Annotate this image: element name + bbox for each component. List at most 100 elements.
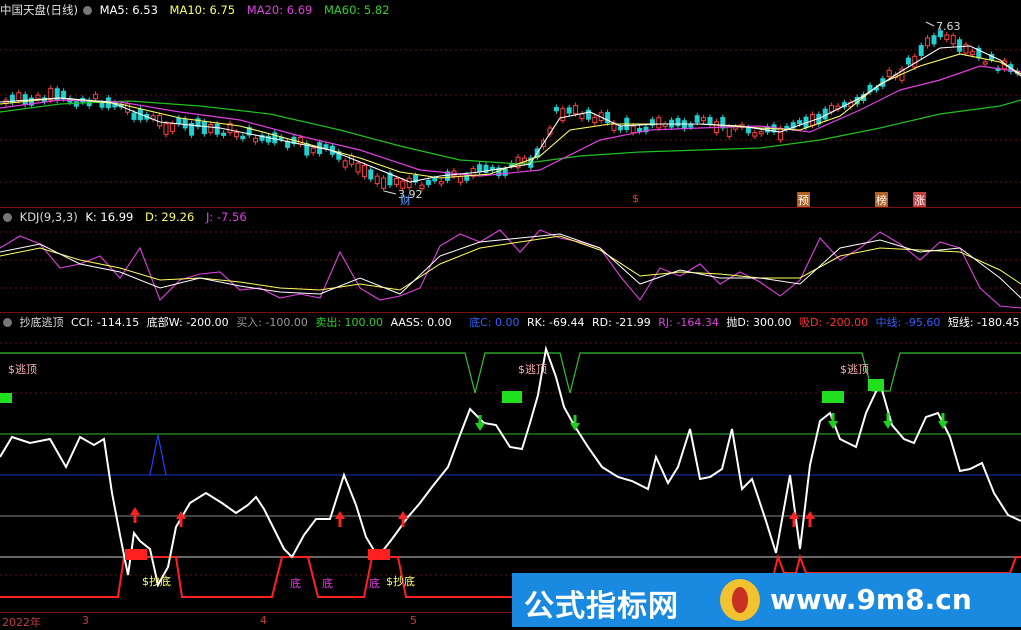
tag-yu[interactable]: 预 (797, 192, 810, 208)
candle-body (342, 160, 348, 168)
candle-body (323, 144, 329, 150)
tag-bang[interactable]: 榜 (875, 192, 888, 208)
candle-body (163, 123, 169, 135)
candle-body (886, 69, 892, 78)
signal-block (822, 391, 844, 403)
candle-body (368, 169, 374, 180)
tag-zhang[interactable]: 涨 (913, 192, 926, 208)
watermark-url: www.9m8.cn (770, 583, 972, 616)
candle-body (637, 127, 643, 132)
candle-body (688, 123, 694, 128)
candle-body (701, 117, 707, 122)
signal-block (868, 379, 884, 391)
buy-bottom-label: $抄底 (386, 575, 415, 588)
high-price-label: 7.63 (936, 20, 961, 33)
candle-body (758, 131, 764, 135)
candle-body (208, 124, 214, 133)
candle-body (592, 116, 598, 124)
candle-body (374, 175, 380, 185)
candle-body (221, 132, 227, 136)
watermark-banner: 公式指标网 www.9m8.cn (512, 573, 1021, 627)
tag-cai[interactable]: 财 (400, 192, 411, 208)
watermark-site-name: 公式指标网 (524, 589, 679, 624)
candle-body (425, 179, 431, 185)
candle-body (201, 121, 207, 135)
candle-body (176, 117, 182, 125)
candle-body (822, 108, 828, 120)
candle-body (553, 106, 559, 112)
candle-body (157, 114, 163, 127)
candle-body (355, 162, 361, 173)
indicator-chart[interactable] (0, 313, 1021, 612)
candle-body (393, 177, 399, 185)
tag-dollar[interactable]: $ (632, 192, 639, 205)
candle-body (16, 92, 22, 102)
candle-body (630, 125, 636, 134)
ma60-line (0, 99, 1021, 165)
candle-body (566, 107, 572, 114)
blue-spike (149, 434, 167, 476)
bottom-zone-line-right (773, 553, 1021, 574)
candle-body (477, 164, 483, 173)
candle-body (233, 131, 239, 138)
di-label: 底 (369, 577, 380, 590)
candle-body (35, 94, 41, 100)
sell-arrows (475, 413, 948, 431)
date-label: 3 (82, 614, 89, 627)
candle-body (579, 113, 585, 120)
escape-top-label: $逃顶 (8, 363, 37, 376)
candle-body (310, 147, 316, 154)
price-panel[interactable]: 中国天盘(日线) MA5: 6.53 MA10: 6.75 MA20: 6.69… (0, 0, 1021, 208)
signal-block (368, 549, 390, 560)
bottom-zone-line (0, 556, 512, 598)
price-chart[interactable]: 7.63 3.92 (0, 0, 1021, 207)
candle-body (131, 112, 137, 120)
candle-body (694, 115, 700, 123)
candle-body (22, 94, 28, 105)
candle-body (944, 34, 950, 40)
candle-body (957, 39, 963, 52)
candle-body (182, 118, 188, 129)
candle-body (777, 127, 783, 141)
candle-body (905, 57, 911, 65)
candle-body (99, 102, 105, 108)
candle-body (950, 35, 956, 45)
candle-body (240, 135, 246, 140)
candle-body (361, 165, 367, 177)
escape-top-label: $逃顶 (840, 363, 869, 376)
candle-body (617, 126, 623, 131)
candle-body (457, 175, 463, 183)
candle-body (93, 93, 99, 100)
candle-body (432, 178, 438, 182)
date-label: 5 (410, 614, 417, 627)
candle-body (797, 120, 803, 125)
signal-block (502, 391, 522, 403)
candle-body (169, 123, 175, 132)
escape-top-label: $逃顶 (518, 363, 547, 376)
candle-body (726, 126, 732, 137)
candle-body (982, 61, 988, 65)
candle-body (969, 51, 975, 56)
signal-block (125, 549, 147, 560)
candle-body (656, 117, 662, 129)
cci-line (0, 345, 1021, 588)
candle-body (585, 109, 591, 120)
candle-body (438, 181, 444, 185)
kdj-panel[interactable]: KDJ(9,3,3) K: 16.99 D: 29.26 J: -7.56 (0, 208, 1021, 312)
candle-body (707, 117, 713, 125)
logo-icon (720, 579, 760, 621)
signal-block (0, 393, 12, 403)
candle-body (925, 37, 931, 47)
candle-body (381, 177, 387, 189)
kdj-j-line (0, 229, 1021, 309)
candle-body (931, 35, 937, 45)
candle-body (918, 45, 924, 56)
di-label: 底 (322, 577, 333, 590)
candle-body (720, 117, 726, 129)
candle-body (681, 120, 687, 130)
candle-body (502, 168, 508, 176)
indicator-panel[interactable]: 抄底逃顶 CCI: -114.15 底部W: -200.00 买入: -100.… (0, 313, 1021, 612)
candle-body (406, 177, 412, 188)
kdj-chart[interactable] (0, 208, 1021, 312)
date-label: 4 (260, 614, 267, 627)
